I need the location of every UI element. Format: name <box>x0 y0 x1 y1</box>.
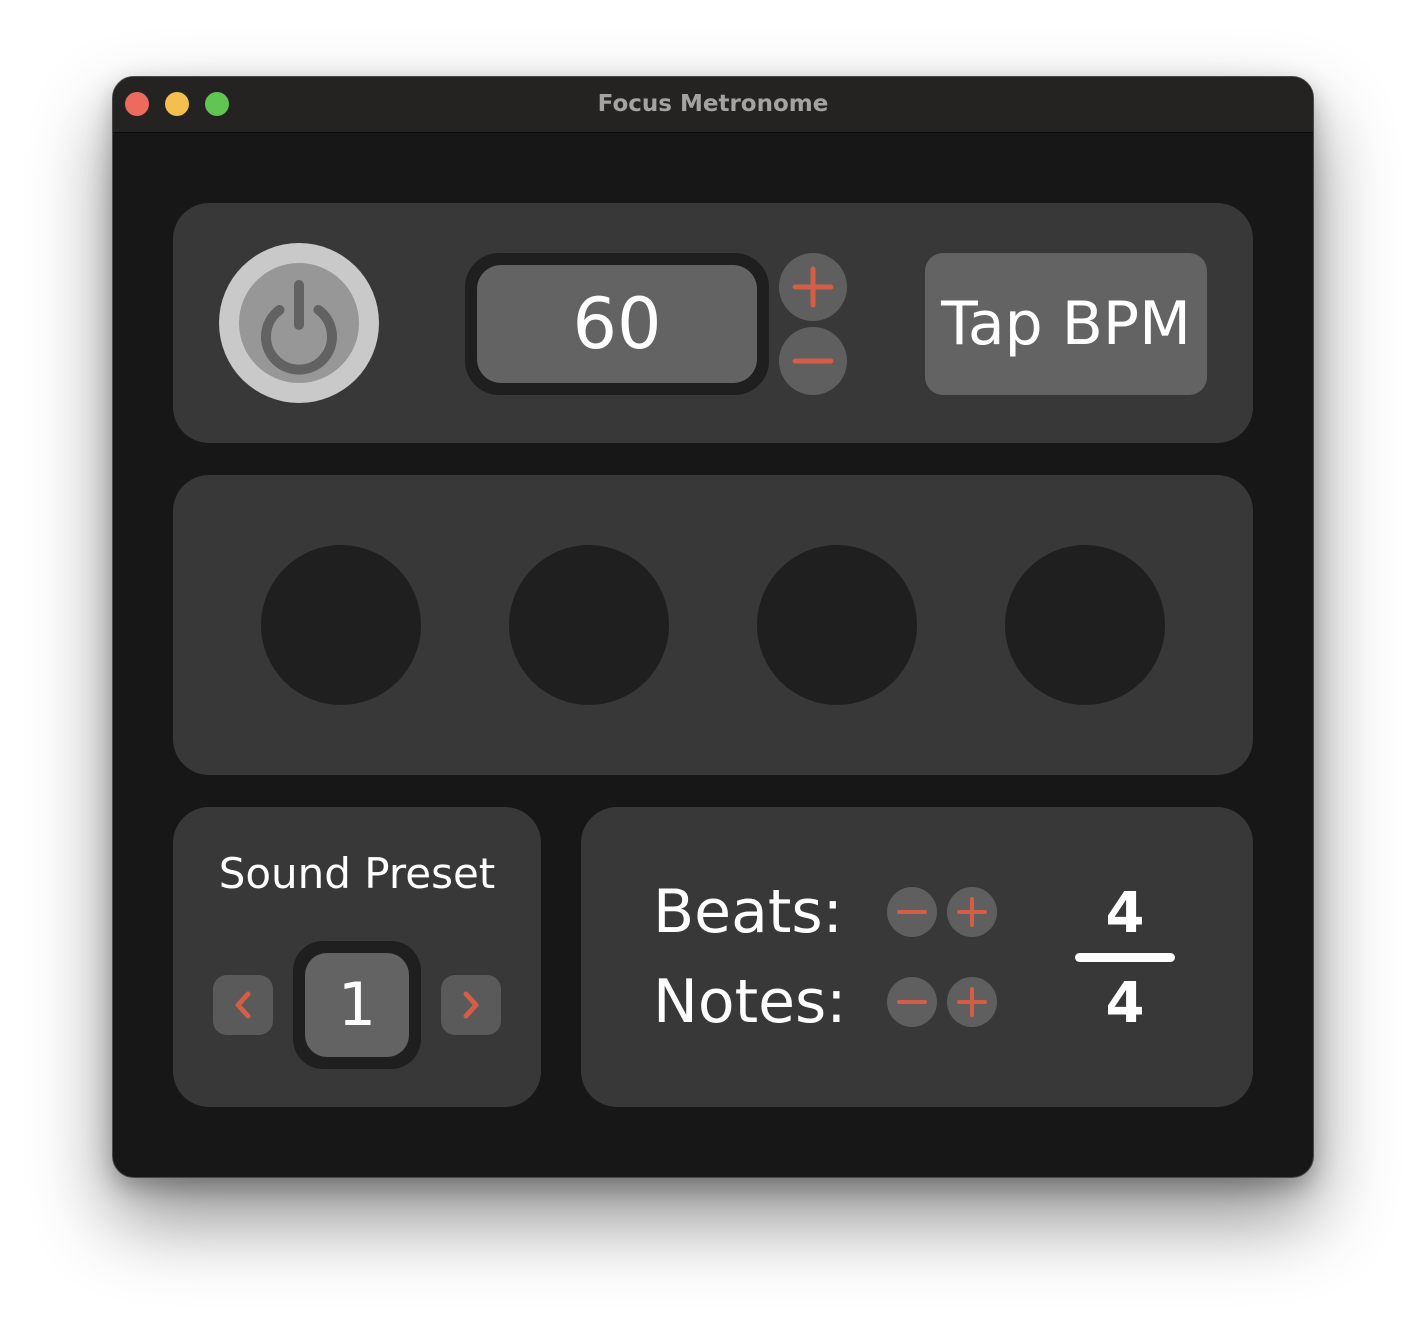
beats-increment-button[interactable] <box>947 887 997 937</box>
beat-indicator <box>1005 545 1165 705</box>
plus-icon <box>957 897 987 927</box>
preset-next-button[interactable] <box>441 975 501 1035</box>
plus-icon <box>792 266 834 308</box>
minus-icon <box>897 1000 927 1004</box>
notes-decrement-button[interactable] <box>887 977 937 1027</box>
sound-preset-label: Sound Preset <box>218 849 496 898</box>
bpm-decrement-button[interactable] <box>779 327 847 395</box>
window-title: Focus Metronome <box>597 91 829 117</box>
beats-decrement-button[interactable] <box>887 887 937 937</box>
beat-indicator <box>509 545 669 705</box>
power-button[interactable] <box>219 243 379 403</box>
beat-indicator <box>757 545 917 705</box>
plus-icon <box>957 987 987 1017</box>
beat-indicator <box>261 545 421 705</box>
tempo-panel: 60 Tap BPM <box>173 203 1253 443</box>
chevron-right-icon <box>463 991 479 1019</box>
bpm-field[interactable]: 60 <box>477 265 757 383</box>
app-window: Focus Metronome 60 Tap BPM Sound Preset … <box>112 76 1314 1178</box>
preset-value: 1 <box>305 953 409 1057</box>
preset-value-frame: 1 <box>293 941 421 1069</box>
sound-preset-panel: Sound Preset 1 <box>173 807 541 1107</box>
time-signature-divider <box>1075 953 1175 962</box>
notes-increment-button[interactable] <box>947 977 997 1027</box>
time-signature-notes: 4 <box>1105 971 1145 1036</box>
minus-icon <box>792 358 834 364</box>
bpm-increment-button[interactable] <box>779 253 847 321</box>
chevron-left-icon <box>235 991 251 1019</box>
title-bar: Focus Metronome <box>113 77 1313 133</box>
power-icon <box>239 263 359 383</box>
time-signature-beats: 4 <box>1105 881 1145 946</box>
bpm-display-frame: 60 <box>465 253 769 395</box>
notes-label: Notes: <box>653 967 847 1037</box>
time-signature-panel: Beats: Notes: 4 4 <box>581 807 1253 1107</box>
tap-bpm-button[interactable]: Tap BPM <box>925 253 1207 395</box>
minus-icon <box>897 910 927 914</box>
preset-previous-button[interactable] <box>213 975 273 1035</box>
beat-indicator-panel <box>173 475 1253 775</box>
beats-label: Beats: <box>653 877 843 947</box>
